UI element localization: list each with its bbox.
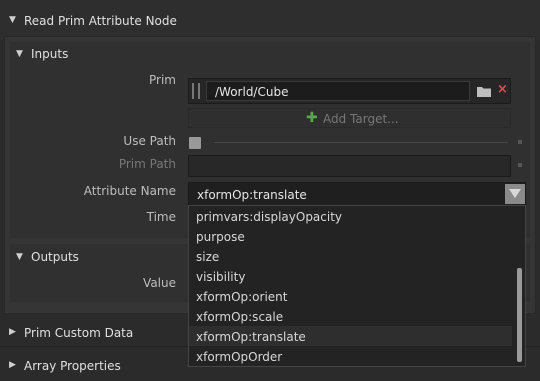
add-target-button[interactable]: ✚ Add Target... [188, 108, 511, 128]
dropdown-option[interactable]: xformOp:translate [196, 330, 306, 344]
inputs-title: Inputs [31, 47, 69, 61]
attribute-name-dropdown[interactable]: xformOp:translate [188, 182, 526, 206]
use-path-label: Use Path [123, 134, 176, 148]
use-path-checkbox[interactable] [189, 137, 201, 149]
attribute-name-label: Attribute Name [83, 184, 176, 198]
prim-path-value: /World/Cube [215, 85, 289, 99]
chevron-down-icon [509, 189, 521, 198]
outputs-collapse-icon[interactable]: ▼ [16, 252, 23, 262]
node-title: Read Prim Attribute Node [24, 14, 177, 28]
time-label: Time [146, 210, 176, 224]
prim-target-row: /World/Cube × [188, 78, 511, 104]
dropdown-option[interactable]: xformOpOrder [196, 350, 282, 364]
prim-custom-data-header[interactable]: Prim Custom Data [24, 326, 133, 340]
dropdown-option[interactable]: purpose [196, 230, 245, 244]
divider [214, 142, 508, 143]
dropdown-arrow-button[interactable] [505, 184, 525, 204]
dropdown-option[interactable]: xformOp:scale [196, 310, 283, 324]
expand-triangle-icon[interactable]: ▶ [9, 360, 16, 370]
prim-path-label: Prim Path [118, 157, 176, 171]
outputs-title: Outputs [31, 250, 79, 264]
attribute-name-value: xformOp:translate [197, 188, 307, 202]
expand-triangle-icon[interactable]: ▶ [9, 327, 16, 337]
dropdown-option[interactable]: primvars:displayOpacity [196, 210, 342, 224]
dropdown-scrollbar[interactable] [517, 268, 522, 362]
default-indicator-icon [518, 140, 522, 144]
folder-icon[interactable] [477, 85, 491, 97]
remove-target-icon[interactable]: × [497, 82, 508, 97]
inputs-collapse-icon[interactable]: ▼ [16, 49, 23, 59]
default-indicator-icon [518, 163, 522, 167]
add-plus-icon: ✚ [306, 110, 318, 126]
prim-label: Prim [149, 73, 176, 87]
prim-path-input[interactable] [188, 155, 511, 177]
dropdown-option[interactable]: xformOp:orient [196, 290, 288, 304]
add-target-label: Add Target... [323, 112, 399, 126]
dropdown-option[interactable]: size [196, 250, 219, 264]
collapse-triangle-icon[interactable]: ▼ [9, 15, 16, 25]
dropdown-option[interactable]: visibility [196, 270, 245, 284]
value-label: Value [143, 276, 176, 290]
array-properties-header[interactable]: Array Properties [24, 359, 121, 373]
drag-handle-icon[interactable] [192, 83, 200, 99]
node-header[interactable]: ▼ Read Prim Attribute Node [0, 0, 540, 40]
prim-path-field[interactable]: /World/Cube [206, 81, 470, 101]
